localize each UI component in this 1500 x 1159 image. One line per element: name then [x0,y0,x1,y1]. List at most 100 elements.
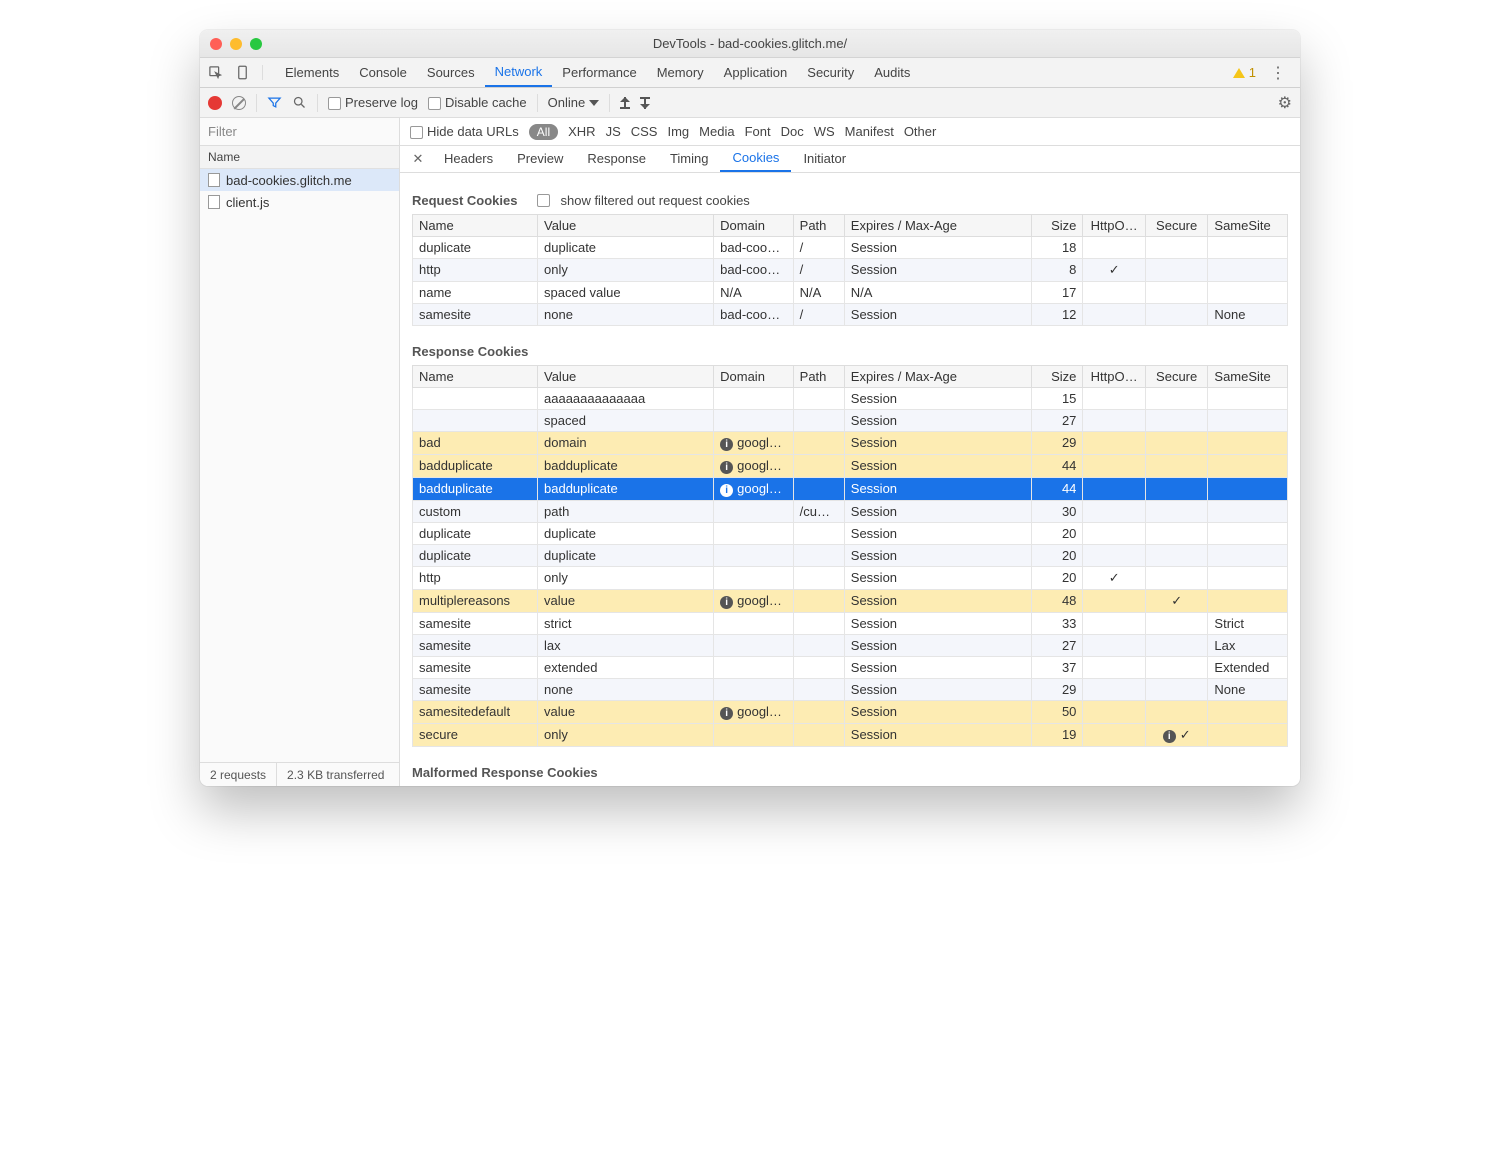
subtab-initiator[interactable]: Initiator [791,146,858,172]
column-header-path[interactable]: Path [793,365,844,387]
cookie-row[interactable]: samesitenoneSession29None [413,678,1288,700]
cookie-row[interactable]: namespaced valueN/AN/AN/A17 [413,281,1288,303]
subtab-response[interactable]: Response [575,146,658,172]
close-details-icon[interactable]: ✕ [404,151,432,167]
info-icon: i [1163,730,1176,743]
tab-network[interactable]: Network [485,58,553,87]
preserve-log-checkbox[interactable]: Preserve log [328,95,418,110]
hide-data-urls-checkbox[interactable]: Hide data URLs [410,124,519,139]
warnings-badge[interactable]: 1 [1233,65,1256,80]
cookie-row[interactable]: aaaaaaaaaaaaaaSession15 [413,387,1288,409]
filter-icon[interactable] [267,95,282,110]
column-header-secure[interactable]: Secure [1145,214,1208,236]
clear-button[interactable] [232,96,246,110]
status-transferred: 2.3 KB transferred [277,763,399,786]
column-header-value[interactable]: Value [538,365,714,387]
request-cookies-table[interactable]: NameValueDomainPathExpires / Max-AgeSize… [412,214,1288,326]
body: Name bad-cookies.glitch.me client.js 2 re… [200,146,1300,786]
column-header-name[interactable]: Name [413,365,538,387]
subtab-headers[interactable]: Headers [432,146,505,172]
tab-elements[interactable]: Elements [275,58,349,87]
request-name: bad-cookies.glitch.me [226,173,352,188]
throttle-select[interactable]: Online [548,95,600,110]
column-header-size[interactable]: Size [1032,365,1083,387]
search-icon[interactable] [292,95,307,110]
cookie-row[interactable]: samesitestrictSession33Strict [413,612,1288,634]
subtab-cookies[interactable]: Cookies [720,146,791,172]
filter-type-ws[interactable]: WS [814,124,835,139]
warnings-count: 1 [1249,65,1256,80]
window-title: DevTools - bad-cookies.glitch.me/ [200,36,1300,51]
cookie-row[interactable]: httponlybad-coo…/Session8✓ [413,258,1288,281]
cookie-row[interactable]: spacedSession27 [413,409,1288,431]
filter-input[interactable] [200,118,400,145]
column-header-domain[interactable]: Domain [714,365,794,387]
column-header-expires[interactable]: Expires / Max-Age [844,214,1032,236]
filter-type-doc[interactable]: Doc [781,124,804,139]
record-button[interactable] [208,96,222,110]
filter-type-css[interactable]: CSS [631,124,658,139]
column-header-domain[interactable]: Domain [714,214,794,236]
cookie-row[interactable]: httponlySession20✓ [413,566,1288,589]
show-filtered-checkbox[interactable]: show filtered out request cookies [537,193,749,208]
kebab-menu-icon[interactable]: ⋮ [1264,63,1292,83]
inspect-icon[interactable] [208,65,223,80]
maximize-window-button[interactable] [250,38,262,50]
tab-console[interactable]: Console [349,58,417,87]
column-header-httponly[interactable]: HttpO… [1083,214,1146,236]
minimize-window-button[interactable] [230,38,242,50]
request-row[interactable]: bad-cookies.glitch.me [200,169,399,191]
cookie-row[interactable]: samesitenonebad-coo…/Session12None [413,303,1288,325]
cookie-row[interactable]: baddomainigoogl…Session29 [413,431,1288,454]
column-header-size[interactable]: Size [1032,214,1083,236]
status-requests: 2 requests [200,763,277,786]
column-header-secure[interactable]: Secure [1145,365,1208,387]
filter-type-img[interactable]: Img [667,124,689,139]
cookie-row[interactable]: badduplicatebadduplicateigoogl…Session44 [413,454,1288,477]
disable-cache-checkbox[interactable]: Disable cache [428,95,527,110]
cookie-row[interactable]: duplicateduplicatebad-coo…/Session18 [413,236,1288,258]
cookie-row[interactable]: secureonlySession19i✓ [413,723,1288,746]
column-header-value[interactable]: Value [538,214,714,236]
cookie-row[interactable]: duplicateduplicateSession20 [413,544,1288,566]
tab-memory[interactable]: Memory [647,58,714,87]
tab-audits[interactable]: Audits [864,58,920,87]
close-window-button[interactable] [210,38,222,50]
cookie-row[interactable]: samesiteextendedSession37Extended [413,656,1288,678]
column-header-samesite[interactable]: SameSite [1208,214,1288,236]
request-row[interactable]: client.js [200,191,399,213]
tab-sources[interactable]: Sources [417,58,485,87]
subtab-preview[interactable]: Preview [505,146,575,172]
response-cookies-table[interactable]: NameValueDomainPathExpires / Max-AgeSize… [412,365,1288,747]
cookie-row[interactable]: samesitelaxSession27Lax [413,634,1288,656]
column-header-samesite[interactable]: SameSite [1208,365,1288,387]
cookie-row[interactable]: custompath/cu…Session30 [413,500,1288,522]
tab-application[interactable]: Application [714,58,798,87]
settings-gear-icon[interactable]: ⚙ [1278,93,1292,113]
download-icon[interactable] [640,97,650,109]
upload-icon[interactable] [620,97,630,109]
filter-type-font[interactable]: Font [745,124,771,139]
subtab-timing[interactable]: Timing [658,146,721,172]
titlebar[interactable]: DevTools - bad-cookies.glitch.me/ [200,30,1300,58]
devtools-window: DevTools - bad-cookies.glitch.me/ Elemen… [200,30,1300,786]
cookie-row[interactable]: multiplereasonsvalueigoogl…Session48✓ [413,589,1288,612]
cookie-row[interactable]: samesitedefaultvalueigoogl…Session50 [413,700,1288,723]
column-header-name[interactable]: Name [413,214,538,236]
column-header-httponly[interactable]: HttpO… [1083,365,1146,387]
tab-security[interactable]: Security [797,58,864,87]
device-icon[interactable] [235,65,250,80]
sidebar-header[interactable]: Name [200,146,399,169]
info-icon: i [720,461,733,474]
filter-type-all[interactable]: All [529,124,558,140]
column-header-expires[interactable]: Expires / Max-Age [844,365,1032,387]
filter-type-media[interactable]: Media [699,124,734,139]
filter-type-js[interactable]: JS [606,124,621,139]
filter-type-xhr[interactable]: XHR [568,124,595,139]
filter-type-other[interactable]: Other [904,124,937,139]
filter-type-manifest[interactable]: Manifest [845,124,894,139]
cookie-row[interactable]: badduplicatebadduplicateigoogl…Session44 [413,477,1288,500]
column-header-path[interactable]: Path [793,214,844,236]
tab-performance[interactable]: Performance [552,58,646,87]
cookie-row[interactable]: duplicateduplicateSession20 [413,522,1288,544]
